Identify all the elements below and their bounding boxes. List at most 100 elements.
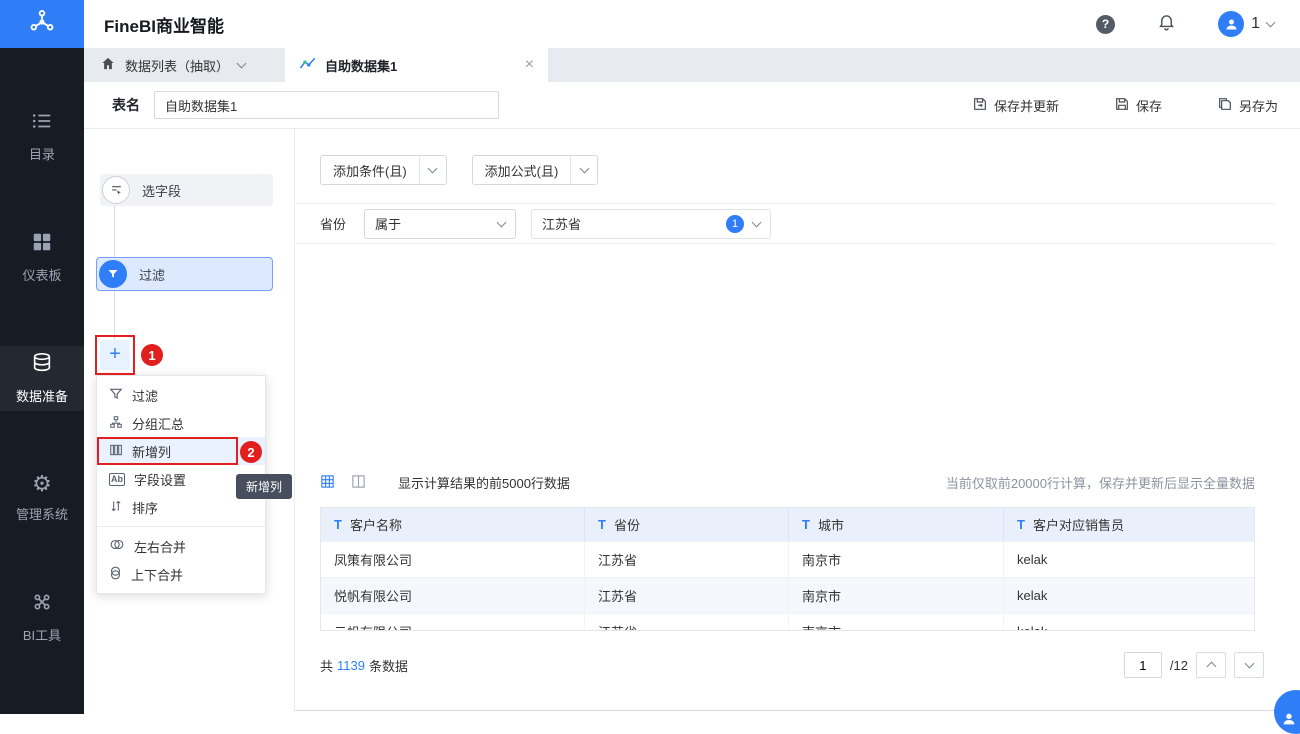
app-title: FineBI商业智能 (104, 16, 224, 36)
add-condition-label: 添加条件(且) (333, 163, 407, 179)
menu-item-label: 字段设置 (134, 472, 187, 488)
table-name-bar: 表名 保存并更新 保存 另存为 (84, 82, 1300, 129)
text-type-icon: T (334, 517, 342, 532)
menu-item-merge-left-right[interactable]: 左右合并 (97, 532, 265, 560)
table-name-input[interactable] (154, 91, 499, 119)
text-type-icon: T (802, 517, 810, 532)
column-header-customer[interactable]: T 客户名称 (321, 508, 585, 541)
chevron-down-icon[interactable] (571, 156, 597, 184)
column-header-province[interactable]: T 省份 (585, 508, 789, 541)
sidebar-item-catalog[interactable]: 目录 (0, 104, 84, 169)
column-header-city[interactable]: T 城市 (789, 508, 1004, 541)
save-icon (1114, 96, 1130, 115)
cell: kelak (1004, 577, 1254, 613)
condition-value-select[interactable]: 江苏省 1 (531, 208, 772, 239)
user-menu[interactable]: 1 (1218, 11, 1276, 37)
field-settings-icon: Ab (109, 472, 125, 486)
dashboard-icon (31, 231, 53, 256)
tab-dataset[interactable]: 自助数据集1 × (285, 48, 548, 82)
page-down-button[interactable] (1234, 652, 1264, 678)
row-count-suffix: 条数据 (368, 658, 408, 674)
tab-label: 自助数据集1 (325, 58, 398, 74)
menu-item-group-summary[interactable]: 分组汇总 (97, 409, 265, 437)
merge-left-right-icon (109, 538, 125, 554)
condition-operator-select[interactable]: 属于 (364, 208, 517, 239)
page-up-button[interactable] (1196, 652, 1226, 678)
sidebar-item-label: 仪表板 (22, 268, 62, 283)
save-update-icon (972, 96, 988, 115)
column-label: 客户对应销售员 (1032, 518, 1124, 533)
cell: 南京市 (789, 541, 1004, 577)
page-total: /12 (1169, 657, 1188, 673)
sidebar-item-label: 管理系统 (15, 507, 68, 522)
table-name-label: 表名 (112, 97, 140, 113)
user-count: 1 (1251, 15, 1260, 32)
operator-value: 属于 (375, 217, 402, 232)
tools-icon (31, 591, 53, 616)
panel-view-icon[interactable] (351, 474, 366, 492)
text-type-icon: T (598, 517, 606, 532)
pagination: /12 (1123, 652, 1264, 678)
cell: 江苏省 (585, 577, 789, 613)
merge-top-bottom-icon (109, 565, 122, 584)
save-update-button[interactable]: 保存并更新 (972, 96, 1059, 115)
tab-bar: 数据列表（抽取） 自助数据集1 × (84, 48, 1300, 82)
sidebar-item-dashboard[interactable]: 仪表板 (0, 225, 84, 290)
grid-view-icon[interactable] (320, 474, 335, 492)
page-input[interactable] (1123, 652, 1162, 678)
menu-item-label: 上下合并 (131, 567, 184, 583)
close-icon[interactable]: × (525, 56, 534, 74)
chevron-down-icon[interactable] (236, 58, 247, 69)
gear-icon: ⚙ (32, 471, 52, 496)
menu-item-merge-top-bottom[interactable]: 上下合并 (97, 560, 265, 588)
save-as-label: 另存为 (1238, 98, 1278, 114)
sidebar-item-bi-tools[interactable]: BI工具 (0, 585, 84, 650)
view-toggle (320, 474, 366, 492)
cell: 南京市 (789, 577, 1004, 613)
finebi-logo[interactable] (0, 0, 84, 48)
add-step-button[interactable]: + (100, 340, 130, 370)
home-icon (100, 56, 116, 74)
menu-item-label: 左右合并 (134, 539, 187, 555)
step-filter[interactable]: 过滤 (96, 257, 273, 291)
filter-icon (99, 260, 127, 288)
chevron-down-icon (1265, 17, 1276, 28)
cell: 江苏省 (585, 541, 789, 577)
sidebar-item-label: 目录 (28, 147, 55, 162)
save-label: 保存 (1135, 98, 1162, 114)
app-header: FineBI商业智能 ? 1 (84, 0, 1300, 48)
help-icon[interactable]: ? (1096, 14, 1116, 34)
sidebar-item-data-prep[interactable]: 数据准备 (0, 346, 84, 411)
avatar (1218, 11, 1245, 37)
data-table: T 客户名称 T 省份 T 城市 T 客户对应销售员 凤策有限公司 江苏省 南京… (320, 507, 1255, 631)
text-type-icon: T (1017, 517, 1025, 532)
cell: 江苏省 (585, 613, 789, 630)
menu-item-filter[interactable]: 过滤 (97, 381, 265, 409)
column-label: 城市 (817, 518, 844, 533)
column-header-salesperson[interactable]: T 客户对应销售员 (1004, 508, 1254, 541)
chevron-down-icon[interactable] (420, 156, 446, 184)
save-button[interactable]: 保存 (1114, 96, 1162, 115)
condition-toolbar: 添加条件(且) 添加公式(且) (320, 155, 599, 185)
cell: 凤策有限公司 (321, 541, 585, 577)
value-count-badge: 1 (726, 214, 745, 233)
steps-panel: 选字段 过滤 + 过滤 分组汇总 新增列 Ab 字段设置 排序 左右合并 上下合… (84, 129, 295, 711)
add-condition-button[interactable]: 添加条件(且) (320, 155, 447, 185)
preview-header: 显示计算结果的前5000行数据 当前仅取前20000行计算，保存并更新后显示全量… (320, 473, 1255, 492)
sidebar-item-admin[interactable]: ⚙ 管理系统 (0, 467, 84, 529)
bell-icon[interactable] (1157, 12, 1176, 36)
sidebar-item-label: 数据准备 (15, 389, 68, 404)
step-select-field[interactable]: 选字段 (100, 174, 273, 206)
annotation-badge-1: 1 (141, 344, 163, 366)
group-summary-icon (109, 415, 123, 432)
preview-notice: 当前仅取前20000行计算，保存并更新后显示全量数据 (945, 476, 1255, 491)
table-footer: 共 1139 条数据 /12 (320, 652, 1264, 678)
list-icon (31, 110, 53, 135)
save-as-button[interactable]: 另存为 (1217, 96, 1278, 115)
tab-data-list[interactable]: 数据列表（抽取） (84, 48, 285, 82)
menu-item-label: 新增列 (132, 444, 172, 460)
add-formula-button[interactable]: 添加公式(且) (471, 155, 599, 185)
step-label: 过滤 (139, 267, 166, 283)
dataset-icon (299, 56, 317, 74)
table-row: 悦帆有限公司 江苏省 南京市 kelak (321, 577, 1254, 613)
